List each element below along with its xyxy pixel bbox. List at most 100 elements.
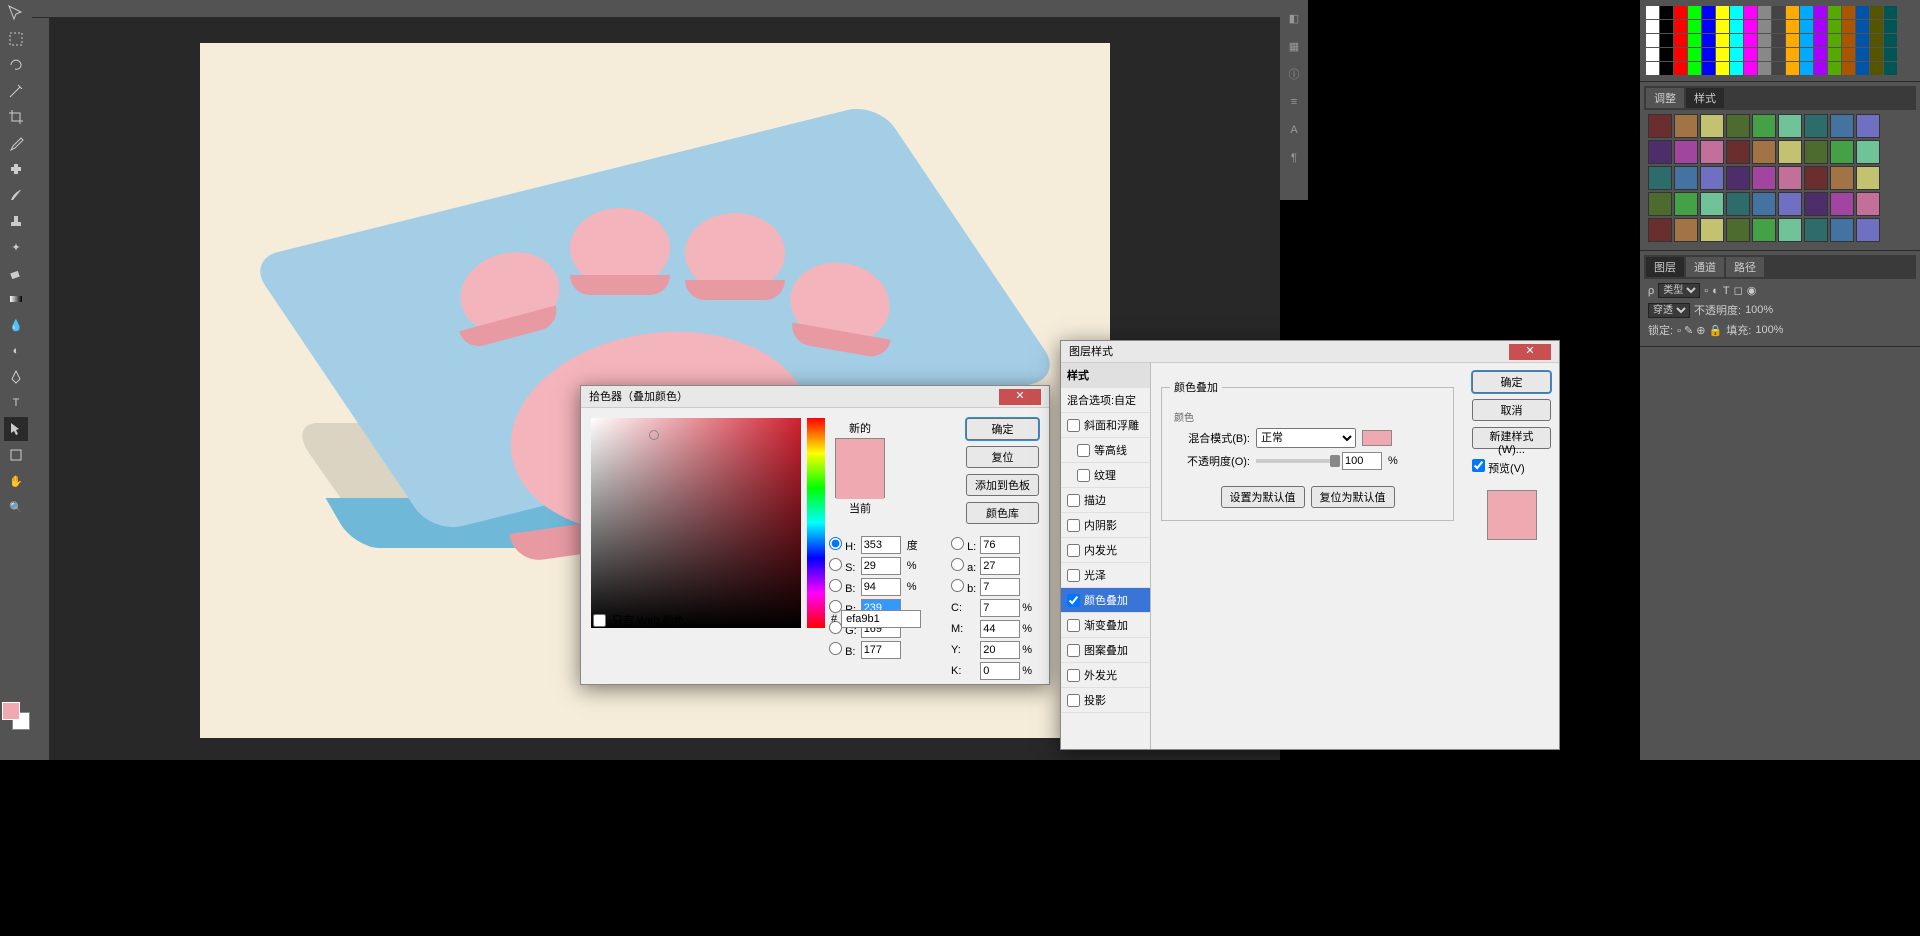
- color-swatch[interactable]: [2, 702, 30, 730]
- vertical-ruler: [32, 18, 50, 760]
- new-style-button[interactable]: 新建样式(W)...: [1472, 427, 1551, 449]
- history-icon[interactable]: ◧: [1284, 8, 1304, 28]
- a-radio[interactable]: [951, 558, 964, 571]
- lasso-tool[interactable]: [4, 53, 28, 77]
- type-tool[interactable]: T: [4, 391, 28, 415]
- layerstyle-titlebar[interactable]: 图层样式 ✕: [1061, 341, 1559, 363]
- new-label: 新的: [835, 420, 885, 436]
- blur-tool[interactable]: 💧: [4, 313, 28, 337]
- crop-tool[interactable]: [4, 105, 28, 129]
- reset-button[interactable]: 复位: [966, 446, 1039, 468]
- reset-default-button[interactable]: 复位为默认值: [1311, 486, 1395, 508]
- layers-tab[interactable]: 图层: [1646, 257, 1684, 277]
- texture-item[interactable]: 纹理: [1061, 463, 1150, 488]
- preview-checkbox[interactable]: [1472, 459, 1485, 472]
- satin-item[interactable]: 光泽: [1061, 563, 1150, 588]
- color-overlay-item[interactable]: 颜色叠加: [1061, 588, 1150, 613]
- layer-style-dialog: 图层样式 ✕ 样式 混合选项:自定 斜面和浮雕 等高线 纹理 描边 内阴影 内发…: [1060, 340, 1560, 750]
- blend-mode-select[interactable]: 穿透: [1648, 303, 1690, 318]
- foreground-color[interactable]: [2, 702, 20, 720]
- marquee-tool[interactable]: [4, 27, 28, 51]
- align-icon[interactable]: ≡: [1284, 92, 1304, 112]
- section-title: 颜色叠加: [1170, 379, 1222, 395]
- hand-tool[interactable]: ✋: [4, 469, 28, 493]
- styles-grid[interactable]: [1644, 110, 1916, 246]
- bevel-item[interactable]: 斜面和浮雕: [1061, 413, 1150, 438]
- s-input[interactable]: [861, 557, 901, 575]
- lock-label: 锁定:: [1648, 322, 1673, 338]
- move-tool[interactable]: [4, 1, 28, 25]
- hex-input[interactable]: [841, 610, 921, 628]
- m-input[interactable]: [980, 620, 1020, 638]
- fill-value: 100%: [1755, 324, 1783, 336]
- paths-tab[interactable]: 路径: [1726, 257, 1764, 277]
- swatches-grid[interactable]: [1644, 4, 1916, 77]
- layer-kind-select[interactable]: 类型: [1658, 283, 1700, 298]
- blend-mode-select[interactable]: 正常: [1256, 428, 1356, 448]
- l-radio[interactable]: [951, 537, 964, 550]
- b-radio[interactable]: [951, 579, 964, 592]
- history-brush-tool[interactable]: ✦: [4, 235, 28, 259]
- pen-tool[interactable]: [4, 365, 28, 389]
- brush-tool[interactable]: [4, 183, 28, 207]
- web-only-label: 只有 Web 颜色: [612, 612, 685, 628]
- channels-tab[interactable]: 通道: [1686, 257, 1724, 277]
- heal-tool[interactable]: [4, 157, 28, 181]
- blend-options-item[interactable]: 混合选项:自定: [1061, 388, 1150, 413]
- bv-input[interactable]: [861, 578, 901, 596]
- contour-item[interactable]: 等高线: [1061, 438, 1150, 463]
- ok-button[interactable]: 确定: [1472, 371, 1551, 393]
- y-input[interactable]: [980, 641, 1020, 659]
- h-radio[interactable]: [829, 537, 842, 550]
- hue-slider[interactable]: [807, 418, 825, 628]
- color-lib-button[interactable]: 颜色库: [966, 502, 1039, 524]
- saturation-value-field[interactable]: [591, 418, 801, 628]
- shape-tool[interactable]: [4, 443, 28, 467]
- inner-shadow-item[interactable]: 内阴影: [1061, 513, 1150, 538]
- add-swatch-button[interactable]: 添加到色板: [966, 474, 1039, 496]
- close-icon[interactable]: ✕: [1509, 344, 1551, 360]
- pattern-overlay-item[interactable]: 图案叠加: [1061, 638, 1150, 663]
- paragraph-icon[interactable]: ¶: [1284, 148, 1304, 168]
- zoom-tool[interactable]: 🔍: [4, 495, 28, 519]
- stamp-tool[interactable]: [4, 209, 28, 233]
- bv-radio[interactable]: [829, 579, 842, 592]
- close-icon[interactable]: ✕: [999, 389, 1041, 405]
- bc-input[interactable]: [861, 641, 901, 659]
- path-select-tool[interactable]: [4, 417, 28, 441]
- gradient-tool[interactable]: [4, 287, 28, 311]
- opacity-input[interactable]: [1342, 452, 1382, 470]
- dodge-tool[interactable]: ◐: [4, 339, 28, 363]
- picker-titlebar[interactable]: 拾色器（叠加颜色） ✕: [581, 386, 1049, 408]
- gradient-overlay-item[interactable]: 渐变叠加: [1061, 613, 1150, 638]
- web-only-checkbox[interactable]: [593, 614, 606, 627]
- opacity-slider[interactable]: [1256, 459, 1336, 463]
- k-input[interactable]: [980, 662, 1020, 680]
- h-input[interactable]: [861, 536, 901, 554]
- right-panels: 调整 样式 图层 通道 路径 ρ类型▫◐T◻◉ 穿透不透明度:100% 锁定:▫…: [1640, 0, 1920, 760]
- stroke-item[interactable]: 描边: [1061, 488, 1150, 513]
- eraser-tool[interactable]: [4, 261, 28, 285]
- adjust-tab[interactable]: 调整: [1646, 88, 1684, 108]
- styles-header[interactable]: 样式: [1061, 363, 1150, 388]
- styles-tab[interactable]: 样式: [1686, 88, 1724, 108]
- color-picker-dialog: 拾色器（叠加颜色） ✕ 新的 当前 确定 复位 添加到色板 颜色库 H:度 S:…: [580, 385, 1050, 685]
- overlay-color-chip[interactable]: [1362, 430, 1392, 446]
- swatches-icon[interactable]: ▦: [1284, 36, 1304, 56]
- l-input[interactable]: [980, 536, 1020, 554]
- character-icon[interactable]: A: [1284, 120, 1304, 140]
- ok-button[interactable]: 确定: [966, 418, 1039, 440]
- b-input[interactable]: [980, 578, 1020, 596]
- a-input[interactable]: [980, 557, 1020, 575]
- drop-shadow-item[interactable]: 投影: [1061, 688, 1150, 713]
- cancel-button[interactable]: 取消: [1472, 399, 1551, 421]
- wand-tool[interactable]: [4, 79, 28, 103]
- set-default-button[interactable]: 设置为默认值: [1221, 486, 1305, 508]
- info-icon[interactable]: ⓘ: [1284, 64, 1304, 84]
- eyedropper-tool[interactable]: [4, 131, 28, 155]
- inner-glow-item[interactable]: 内发光: [1061, 538, 1150, 563]
- outer-glow-item[interactable]: 外发光: [1061, 663, 1150, 688]
- c-input[interactable]: [980, 599, 1020, 617]
- s-radio[interactable]: [829, 558, 842, 571]
- bc-radio[interactable]: [829, 642, 842, 655]
